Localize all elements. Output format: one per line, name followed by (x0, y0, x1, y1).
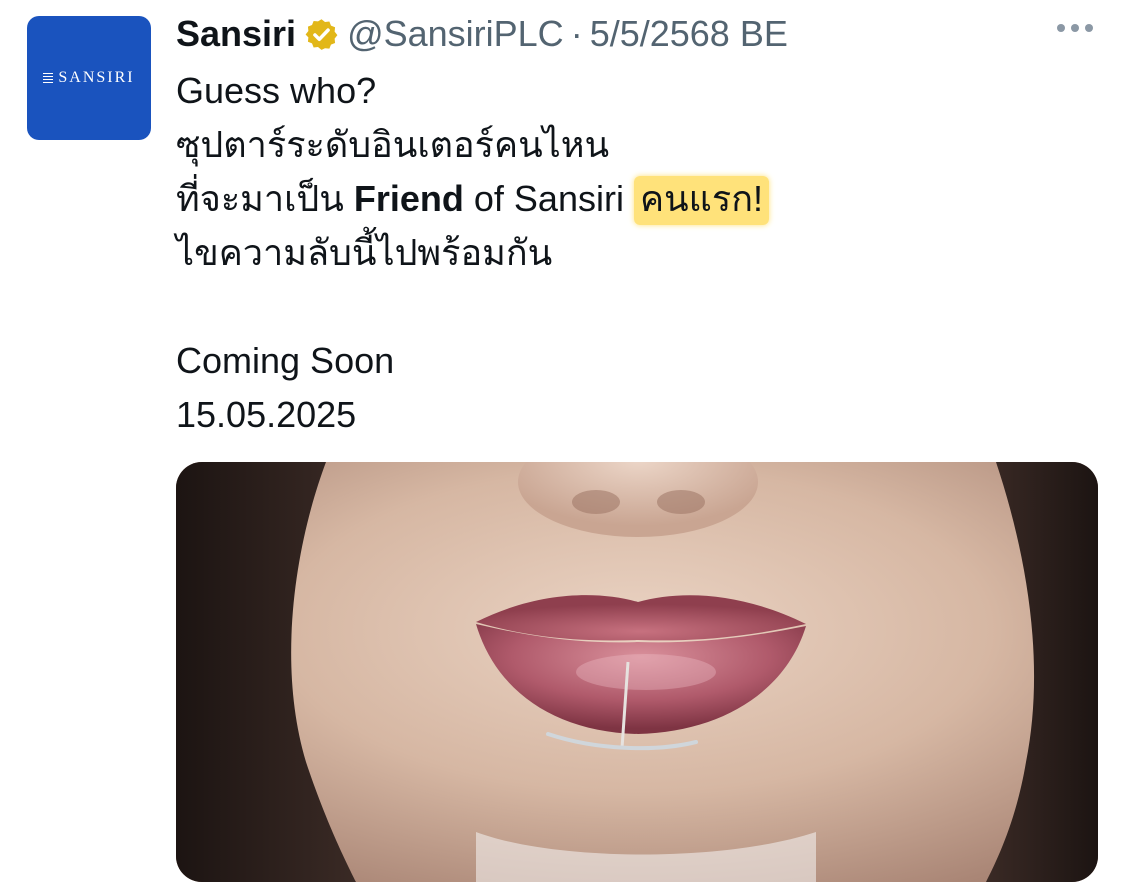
user-handle[interactable]: @SansiriPLC (347, 13, 564, 55)
highlighted-text: คนแรก! (633, 176, 769, 225)
display-name[interactable]: Sansiri (176, 13, 296, 55)
line-text: ที่จะมาเป็น (176, 178, 354, 219)
tweet-line: Coming Soon (176, 340, 395, 381)
bold-text: Friend (353, 178, 464, 219)
verified-badge-icon[interactable] (304, 17, 339, 52)
more-options-icon[interactable] (1057, 24, 1093, 32)
tweet-line: ที่จะมาเป็น Friend of Sansiri คนแรก! (176, 172, 769, 226)
tweet-line: 15.05.2025 (176, 394, 357, 435)
tweet-text: Guess who? ซุปตาร์ระดับอินเตอร์คนไหน ที่… (176, 64, 769, 442)
tweet-date[interactable]: 5/5/2568 BE (590, 13, 788, 55)
tweet-header: Sansiri @SansiriPLC · 5/5/2568 BE (176, 10, 788, 58)
tweet-line: ไขความลับนี้ไปพร้อมกัน (176, 232, 553, 273)
separator-dot: · (570, 13, 583, 54)
tweet-media-image[interactable] (176, 462, 1098, 882)
avatar-logo-text: SANSIRI (58, 69, 135, 86)
avatar[interactable]: SANSIRI (27, 16, 151, 140)
line-text: of Sansiri (463, 178, 634, 219)
lips-closeup-image (176, 462, 1098, 882)
tweet-line: Guess who? (176, 70, 377, 111)
tweet-line: ซุปตาร์ระดับอินเตอร์คนไหน (176, 124, 610, 165)
sansiri-logo-mark (43, 72, 54, 84)
